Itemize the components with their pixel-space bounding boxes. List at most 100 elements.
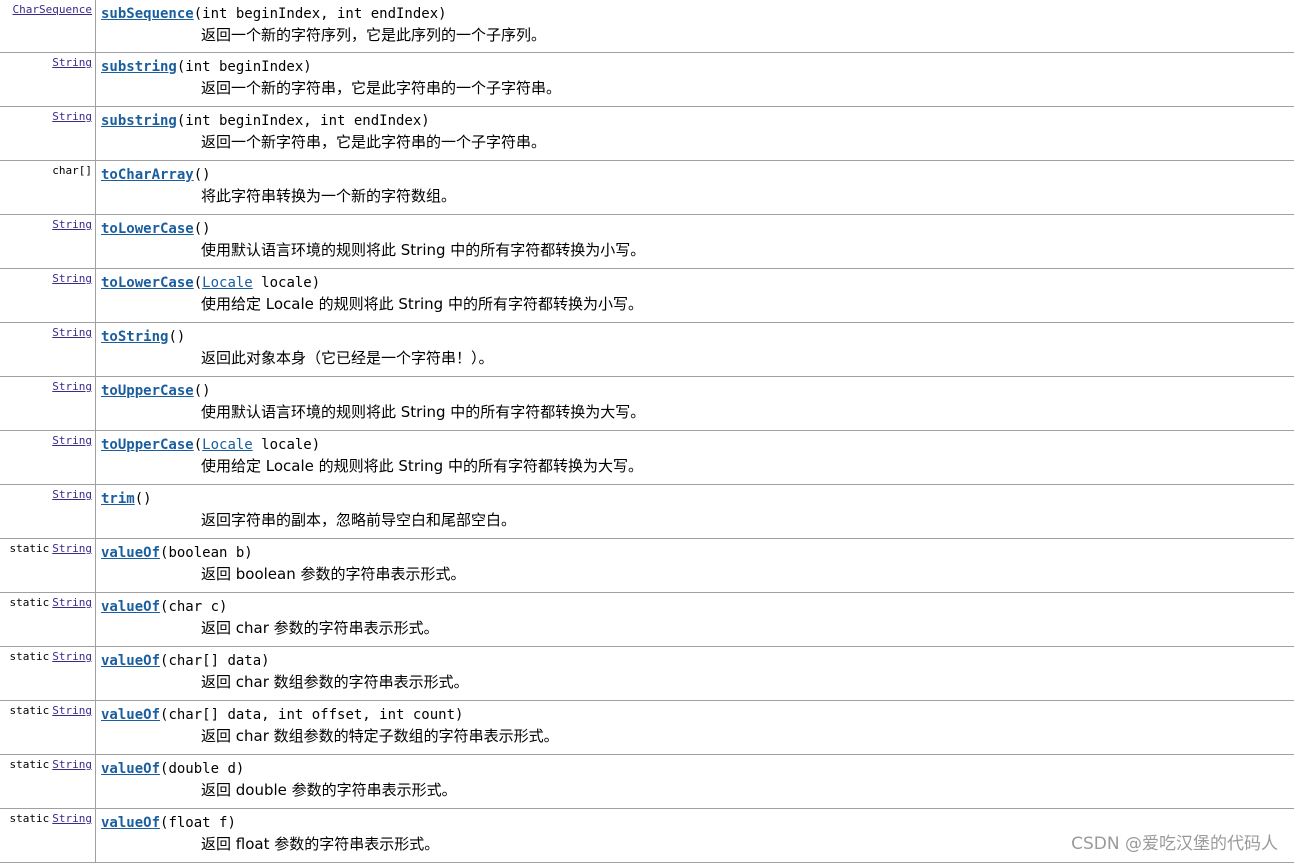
- method-cell: valueOf(double d) 返回 double 参数的字符串表示形式。: [101, 755, 1294, 809]
- method-signature: valueOf(char[] data, int offset, int cou…: [101, 707, 463, 724]
- table-row: static String valueOf(char[] data) 返回 char …: [0, 647, 1294, 701]
- method-cell: substring(int beginIndex, int endIndex) 返…: [101, 107, 1294, 161]
- table-row: static String valueOf(boolean b) 返回 boolean…: [0, 539, 1294, 593]
- method-description: 返回 boolean 参数的字符串表示形式。: [201, 565, 466, 583]
- method-params: (int beginIndex): [176, 59, 312, 75]
- table-row: static String valueOf(double d) 返回 double 参…: [0, 755, 1294, 809]
- method-signature: substring(int beginIndex): [101, 59, 312, 76]
- method-params: (int beginIndex, int endIndex): [176, 113, 430, 129]
- return-type-link[interactable]: String: [52, 488, 92, 501]
- return-type-cell: String: [0, 215, 96, 269]
- method-cell: subSequence(int beginIndex, int endIndex…: [101, 0, 1294, 54]
- modifier-label: static: [9, 812, 50, 825]
- method-name-link[interactable]: toCharArray: [101, 167, 194, 183]
- return-type-cell: String: [0, 431, 96, 485]
- method-name-link[interactable]: valueOf: [101, 707, 160, 723]
- return-type-cell: String: [0, 53, 96, 107]
- table-row: String substring(int beginIndex, int endI…: [0, 107, 1294, 161]
- return-type-cell: String: [0, 107, 96, 161]
- method-description: 返回 char 数组参数的特定子数组的字符串表示形式。: [201, 727, 559, 745]
- return-type-link[interactable]: String: [52, 434, 92, 447]
- method-name-link[interactable]: valueOf: [101, 653, 160, 669]
- method-description: 返回字符串的副本，忽略前导空白和尾部空白。: [201, 511, 517, 529]
- return-type-label: char[]: [52, 164, 92, 177]
- method-description: 将此字符串转换为一个新的字符数组。: [201, 187, 457, 205]
- modifier-label: static: [9, 542, 50, 555]
- return-type-cell: String: [0, 485, 96, 539]
- table-row: String toString() 返回此对象本身（它已经是一个字符串！）。: [0, 323, 1294, 377]
- return-type-link[interactable]: String: [52, 218, 92, 231]
- method-name-link[interactable]: valueOf: [101, 815, 160, 831]
- method-signature: toLowerCase(): [101, 221, 211, 238]
- return-type-link[interactable]: String: [52, 110, 92, 123]
- method-name-link[interactable]: substring: [101, 113, 177, 129]
- method-name-link[interactable]: subSequence: [101, 6, 194, 22]
- return-type-link[interactable]: String: [52, 650, 92, 663]
- method-description: 返回 double 参数的字符串表示形式。: [201, 781, 457, 799]
- method-cell: toLowerCase() 使用默认语言环境的规则将此 String 中的所有字符…: [101, 215, 1294, 269]
- method-description: 返回一个新的字符串，它是此字符串的一个子字符串。: [201, 79, 562, 97]
- method-params: (char[] data, int offset, int count): [160, 707, 464, 723]
- method-cell: toLowerCase(Locale locale) 使用给定 Locale 的规…: [101, 269, 1294, 323]
- return-type-link[interactable]: String: [52, 704, 92, 717]
- table-row: char[] toCharArray() 将此字符串转换为一个新的字符数组。: [0, 161, 1294, 215]
- method-description: 使用给定 Locale 的规则将此 String 中的所有字符都转换为大写。: [201, 457, 643, 475]
- method-cell: toString() 返回此对象本身（它已经是一个字符串！）。: [101, 323, 1294, 377]
- method-name-link[interactable]: valueOf: [101, 599, 160, 615]
- return-type-link[interactable]: CharSequence: [13, 3, 92, 16]
- method-name-link[interactable]: toLowerCase: [101, 221, 194, 237]
- method-cell: valueOf(char c) 返回 char 参数的字符串表示形式。: [101, 593, 1294, 647]
- method-params: (char[] data): [160, 653, 270, 669]
- method-description: 使用默认语言环境的规则将此 String 中的所有字符都转换为大写。: [201, 403, 646, 421]
- method-params: (): [134, 491, 152, 507]
- return-type-link[interactable]: String: [52, 758, 92, 771]
- return-type-link[interactable]: String: [52, 812, 92, 825]
- method-params: (char c): [160, 599, 228, 615]
- return-type-link[interactable]: String: [52, 56, 92, 69]
- method-signature: valueOf(char[] data): [101, 653, 270, 670]
- method-description: 返回此对象本身（它已经是一个字符串！）。: [201, 349, 494, 367]
- method-signature: valueOf(double d): [101, 761, 244, 778]
- param-type-link[interactable]: Locale: [202, 437, 253, 453]
- method-description: 返回一个新的字符序列，它是此序列的一个子序列。: [201, 26, 547, 44]
- method-params: (double d): [160, 761, 245, 777]
- param-type-link[interactable]: Locale: [202, 275, 253, 291]
- return-type-link[interactable]: String: [52, 596, 92, 609]
- method-signature: toUpperCase(Locale locale): [101, 437, 320, 454]
- return-type-cell: String: [0, 323, 96, 377]
- return-type-cell: static String: [0, 809, 96, 863]
- method-signature: toCharArray(): [101, 167, 211, 184]
- method-name-link[interactable]: toString: [101, 329, 168, 345]
- method-name-link[interactable]: substring: [101, 59, 177, 75]
- method-params: (): [168, 329, 186, 345]
- table-row: String toLowerCase() 使用默认语言环境的规则将此 String …: [0, 215, 1294, 269]
- modifier-label: static: [9, 596, 50, 609]
- return-type-link[interactable]: String: [52, 326, 92, 339]
- method-description: 返回 char 参数的字符串表示形式。: [201, 619, 439, 637]
- method-name-link[interactable]: valueOf: [101, 545, 160, 561]
- return-type-cell: String: [0, 377, 96, 431]
- method-name-link[interactable]: trim: [101, 491, 135, 507]
- method-name-link[interactable]: toLowerCase: [101, 275, 194, 291]
- return-type-cell: static String: [0, 701, 96, 755]
- return-type-cell: String: [0, 269, 96, 323]
- return-type-cell: static String: [0, 539, 96, 593]
- method-name-link[interactable]: toUpperCase: [101, 383, 194, 399]
- return-type-link[interactable]: String: [52, 542, 92, 555]
- method-cell: toUpperCase() 使用默认语言环境的规则将此 String 中的所有字符…: [101, 377, 1294, 431]
- return-type-link[interactable]: String: [52, 380, 92, 393]
- method-signature: valueOf(boolean b): [101, 545, 253, 562]
- method-description: 使用给定 Locale 的规则将此 String 中的所有字符都转换为小写。: [201, 295, 643, 313]
- table-row: String toLowerCase(Locale locale) 使用给定 Loc…: [0, 269, 1294, 323]
- return-type-link[interactable]: String: [52, 272, 92, 285]
- method-params-rest: locale): [252, 437, 321, 453]
- return-type-cell: static String: [0, 755, 96, 809]
- method-name-link[interactable]: toUpperCase: [101, 437, 194, 453]
- csdn-watermark: CSDN @爱吃汉堡的代码人: [1071, 834, 1278, 854]
- method-name-link[interactable]: valueOf: [101, 761, 160, 777]
- method-params: (): [193, 383, 211, 399]
- return-type-cell: static String: [0, 593, 96, 647]
- method-params-rest: locale): [252, 275, 321, 291]
- method-params: (): [193, 167, 211, 183]
- method-description: 返回 char 数组参数的字符串表示形式。: [201, 673, 469, 691]
